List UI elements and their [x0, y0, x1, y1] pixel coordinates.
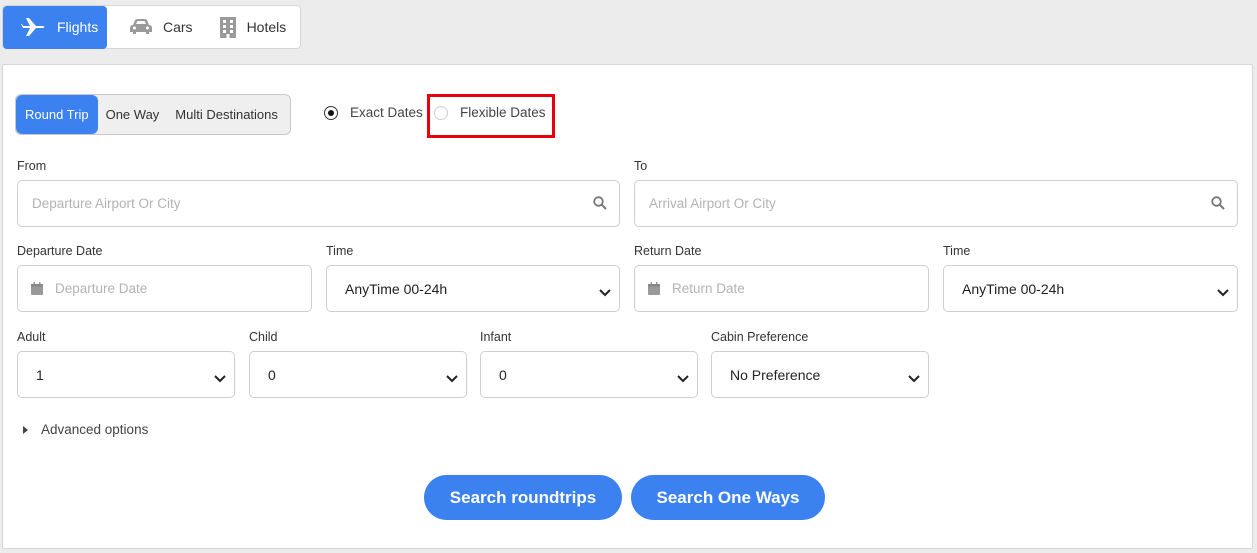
from-placeholder: Departure Airport Or City: [32, 196, 181, 211]
building-icon: [219, 16, 237, 38]
from-input[interactable]: Departure Airport Or City: [17, 180, 620, 227]
service-tabs: Flights Cars Hotels: [2, 5, 301, 49]
return-time-label: Time: [943, 244, 971, 258]
car-icon: [129, 18, 153, 36]
return-time-value: AnyTime 00-24h: [962, 280, 1065, 297]
search-one-ways-button[interactable]: Search One Ways: [631, 475, 825, 520]
trip-type-group: Round Trip One Way Multi Destinations: [15, 94, 291, 135]
trip-round-trip[interactable]: Round Trip: [16, 95, 98, 134]
search-icon: [593, 196, 607, 213]
flexible-dates-highlight: [427, 94, 555, 138]
cabin-value: No Preference: [730, 366, 821, 383]
search-icon: [1211, 196, 1225, 213]
return-date-input[interactable]: Return Date: [634, 265, 929, 312]
chevron-down-icon: [908, 370, 920, 386]
to-placeholder: Arrival Airport Or City: [649, 196, 776, 211]
tab-flights-label: Flights: [57, 19, 99, 35]
to-input[interactable]: Arrival Airport Or City: [634, 180, 1238, 227]
tab-hotels[interactable]: Hotels: [193, 6, 287, 48]
departure-time-value: AnyTime 00-24h: [345, 280, 448, 297]
from-label: From: [17, 159, 47, 173]
departure-date-placeholder: Departure Date: [55, 281, 148, 296]
infant-value: 0: [499, 366, 507, 383]
departure-date-input[interactable]: Departure Date: [17, 265, 312, 312]
tab-cars-label: Cars: [163, 19, 193, 35]
exact-dates-label: Exact Dates: [350, 105, 423, 120]
flight-search-panel: Round Trip One Way Multi Destinations Ex…: [2, 64, 1253, 549]
chevron-down-icon: [446, 370, 458, 386]
to-label: To: [634, 159, 648, 173]
advanced-options-toggle[interactable]: Advanced options: [23, 422, 148, 437]
advanced-options-label: Advanced options: [41, 422, 149, 437]
departure-date-label: Departure Date: [17, 244, 103, 258]
tab-flights[interactable]: Flights: [3, 5, 107, 49]
adult-label: Adult: [17, 330, 46, 344]
adult-value: 1: [36, 366, 44, 383]
caret-right-icon: [23, 425, 28, 434]
chevron-down-icon: [1217, 284, 1229, 300]
child-value: 0: [268, 366, 276, 383]
chevron-down-icon: [214, 370, 226, 386]
trip-one-way[interactable]: One Way: [98, 95, 168, 134]
exact-dates-radio[interactable]: Exact Dates: [324, 105, 423, 120]
infant-select[interactable]: 0: [480, 351, 698, 398]
cabin-select[interactable]: No Preference: [711, 351, 929, 398]
tab-hotels-label: Hotels: [246, 19, 287, 35]
departure-time-label: Time: [326, 244, 354, 258]
departure-time-select[interactable]: AnyTime 00-24h: [326, 265, 620, 312]
child-select[interactable]: 0: [249, 351, 467, 398]
chevron-down-icon: [677, 370, 689, 386]
calendar-icon: [648, 282, 660, 295]
cabin-label: Cabin Preference: [711, 330, 809, 344]
trip-multi-destinations[interactable]: Multi Destinations: [167, 95, 286, 134]
chevron-down-icon: [599, 284, 611, 300]
return-date-label: Return Date: [634, 244, 702, 258]
return-date-placeholder: Return Date: [672, 281, 745, 296]
search-roundtrips-button[interactable]: Search roundtrips: [424, 475, 622, 520]
child-label: Child: [249, 330, 278, 344]
return-time-select[interactable]: AnyTime 00-24h: [943, 265, 1238, 312]
radio-selected-icon: [324, 105, 338, 120]
airplane-icon: [21, 17, 47, 37]
tab-cars[interactable]: Cars: [107, 6, 193, 48]
calendar-icon: [31, 282, 43, 295]
adult-select[interactable]: 1: [17, 351, 235, 398]
infant-label: Infant: [480, 330, 512, 344]
